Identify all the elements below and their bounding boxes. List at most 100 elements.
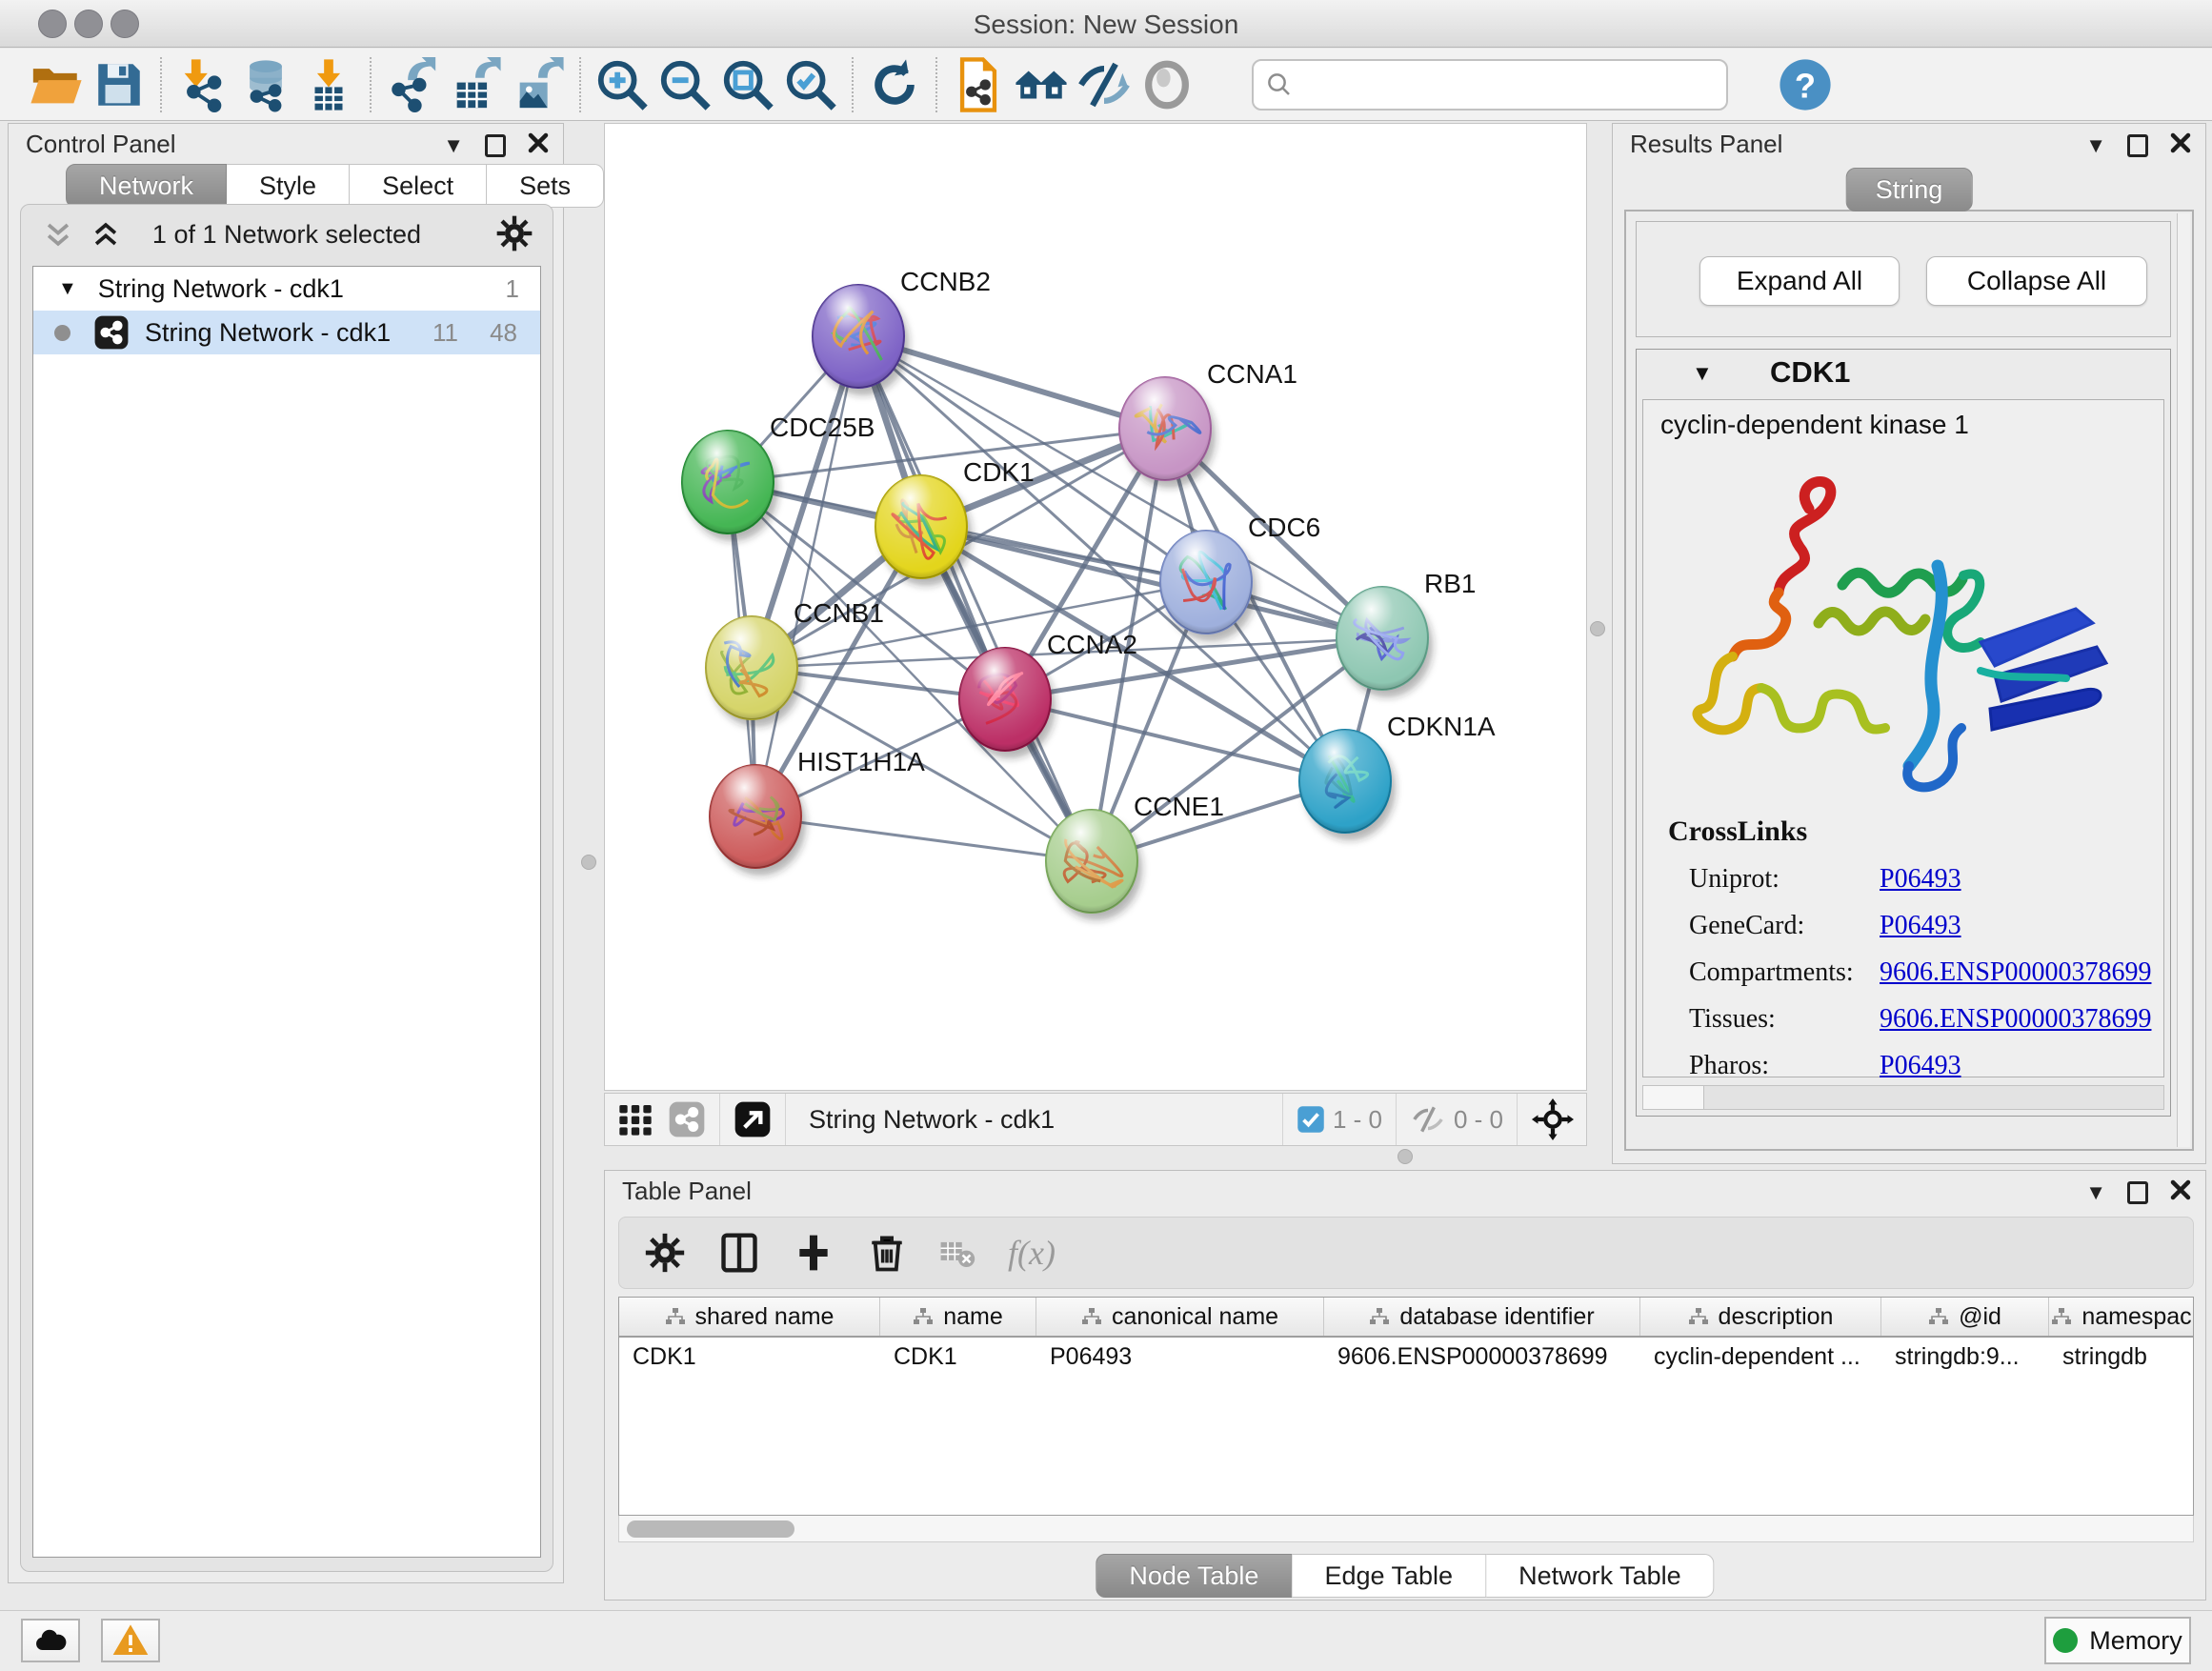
crosslink-link[interactable]: 9606.ENSP00000378699 xyxy=(1880,957,2151,988)
column-header-namespac[interactable]: namespac xyxy=(2049,1298,2194,1336)
network-node-ccne1[interactable] xyxy=(1046,810,1142,920)
tab-network-table[interactable]: Network Table xyxy=(1486,1554,1715,1598)
detach-view-icon[interactable] xyxy=(734,1100,772,1138)
network-row-selected[interactable]: String Network - cdk1 11 48 xyxy=(33,311,540,354)
export-table-button[interactable] xyxy=(444,54,507,115)
crosslink-link[interactable]: P06493 xyxy=(1880,864,1961,895)
gene-card-header[interactable]: ▼ CDK1 xyxy=(1637,350,2170,397)
bottom-splitter-handle[interactable] xyxy=(1398,1149,1413,1164)
refresh-button[interactable] xyxy=(863,54,926,115)
table-cell[interactable]: CDK1 xyxy=(880,1338,1036,1376)
network-node-cdc25b[interactable] xyxy=(682,431,778,541)
panel-float-icon[interactable] xyxy=(2127,1181,2148,1204)
import-network-database-button[interactable] xyxy=(234,54,297,115)
crosslink-link[interactable]: 9606.ENSP00000378699 xyxy=(1880,1004,2151,1035)
warning-button[interactable] xyxy=(101,1619,160,1662)
table-scrollbar[interactable] xyxy=(618,1516,2194,1542)
crosslink-link[interactable]: P06493 xyxy=(1880,911,1961,941)
collapse-all-button[interactable]: Collapse All xyxy=(1926,256,2147,306)
network-edge[interactable] xyxy=(755,336,858,816)
column-header-database-identifier[interactable]: database identifier xyxy=(1324,1298,1640,1336)
tab-node-table[interactable]: Node Table xyxy=(1096,1554,1292,1598)
zoom-fit-button[interactable] xyxy=(716,54,779,115)
network-node-rb1[interactable] xyxy=(1337,587,1433,697)
panel-collapse-icon[interactable]: ▼ xyxy=(443,134,464,157)
network-node-ccnb2[interactable] xyxy=(813,285,909,395)
highlight-button[interactable] xyxy=(1136,54,1198,115)
zoom-in-button[interactable] xyxy=(591,54,654,115)
tab-string[interactable]: String xyxy=(1846,168,1973,211)
network-canvas[interactable]: CCNB2CCNA1CDC25BCDK1CDC6RB1CCNB1CCNA2CDK… xyxy=(604,123,1587,1091)
expand-all-button[interactable]: Expand All xyxy=(1699,256,1900,306)
table-row[interactable]: CDK1CDK1P064939606.ENSP00000378699cyclin… xyxy=(619,1338,2193,1376)
right-splitter-handle[interactable] xyxy=(1590,621,1605,636)
tab-style[interactable]: Style xyxy=(227,164,350,208)
tree-expander-icon[interactable]: ▼ xyxy=(58,278,77,300)
column-header-shared-name[interactable]: shared name xyxy=(619,1298,880,1336)
bundled-apps-button[interactable] xyxy=(1010,54,1073,115)
cloud-button[interactable] xyxy=(21,1619,80,1662)
tab-sets[interactable]: Sets xyxy=(487,164,604,208)
gene-card-scrollbar[interactable] xyxy=(1642,1085,2164,1110)
table-cell[interactable]: 9606.ENSP00000378699 xyxy=(1324,1338,1640,1376)
tab-select[interactable]: Select xyxy=(350,164,487,208)
column-header-description[interactable]: description xyxy=(1640,1298,1881,1336)
panel-close-icon[interactable] xyxy=(2169,1178,2192,1206)
add-row-icon[interactable] xyxy=(793,1232,835,1274)
grid-view-icon[interactable] xyxy=(616,1100,654,1138)
network-collection-row[interactable]: ▼ String Network - cdk1 1 xyxy=(33,267,540,311)
column-header-canonical-name[interactable]: canonical name xyxy=(1036,1298,1324,1336)
network-edge[interactable] xyxy=(858,336,1092,861)
memory-button[interactable]: Memory xyxy=(2044,1617,2191,1664)
network-node-ccna1[interactable] xyxy=(1119,377,1216,488)
gene-expander-icon[interactable]: ▼ xyxy=(1692,361,1713,386)
import-network-file-button[interactable] xyxy=(171,54,234,115)
network-node-hist1h1a[interactable] xyxy=(710,765,806,876)
network-node-cdkn1a[interactable] xyxy=(1299,730,1396,840)
network-node-ccnb1[interactable] xyxy=(706,616,802,727)
table-cell[interactable]: P06493 xyxy=(1036,1338,1324,1376)
results-scrollbar[interactable] xyxy=(2177,213,2190,1147)
function-builder-icon[interactable]: f(x) xyxy=(1008,1233,1056,1273)
zoom-selected-button[interactable] xyxy=(779,54,842,115)
string-import-button[interactable] xyxy=(947,54,1010,115)
save-session-button[interactable] xyxy=(88,54,151,115)
panel-collapse-icon[interactable]: ▼ xyxy=(2085,1181,2106,1204)
add-column-icon[interactable] xyxy=(718,1232,760,1274)
panel-close-icon[interactable] xyxy=(2169,131,2192,159)
export-image-button[interactable] xyxy=(507,54,570,115)
table-gear-icon[interactable] xyxy=(644,1232,686,1274)
open-session-button[interactable] xyxy=(25,54,88,115)
network-node-ccna2[interactable] xyxy=(959,648,1056,758)
gear-icon[interactable] xyxy=(495,214,533,252)
delete-table-icon[interactable] xyxy=(939,1235,975,1271)
tab-edge-table[interactable]: Edge Table xyxy=(1292,1554,1486,1598)
hide-unhide-button[interactable] xyxy=(1073,54,1136,115)
table-scrollbar-thumb[interactable] xyxy=(627,1520,794,1538)
search-input[interactable] xyxy=(1252,59,1728,111)
import-table-button[interactable] xyxy=(297,54,360,115)
network-edge[interactable] xyxy=(1005,699,1345,781)
selected-checkbox-icon[interactable] xyxy=(1297,1105,1325,1134)
table-cell[interactable]: stringdb xyxy=(2049,1338,2194,1376)
hidden-eye-icon[interactable] xyxy=(1410,1101,1446,1137)
table-cell[interactable]: CDK1 xyxy=(619,1338,880,1376)
crosslink-link[interactable]: P06493 xyxy=(1880,1051,1961,1081)
help-button[interactable]: ? xyxy=(1774,54,1837,115)
fit-content-icon[interactable] xyxy=(1531,1097,1575,1141)
column-header-name[interactable]: name xyxy=(880,1298,1036,1336)
network-node-cdk1[interactable] xyxy=(875,475,972,586)
left-splitter-handle[interactable] xyxy=(581,855,596,870)
panel-float-icon[interactable] xyxy=(485,134,506,157)
column-header--id[interactable]: @id xyxy=(1881,1298,2049,1336)
panel-close-icon[interactable] xyxy=(527,131,550,159)
scrollbar-thumb[interactable] xyxy=(1643,1086,1704,1109)
tab-network[interactable]: Network xyxy=(66,164,227,208)
table-cell[interactable]: cyclin-dependent ... xyxy=(1640,1338,1881,1376)
export-network-button[interactable] xyxy=(381,54,444,115)
share-view-icon[interactable] xyxy=(668,1100,706,1138)
zoom-out-button[interactable] xyxy=(654,54,716,115)
panel-float-icon[interactable] xyxy=(2127,134,2148,157)
panel-collapse-icon[interactable]: ▼ xyxy=(2085,134,2106,157)
delete-row-icon[interactable] xyxy=(867,1233,907,1273)
